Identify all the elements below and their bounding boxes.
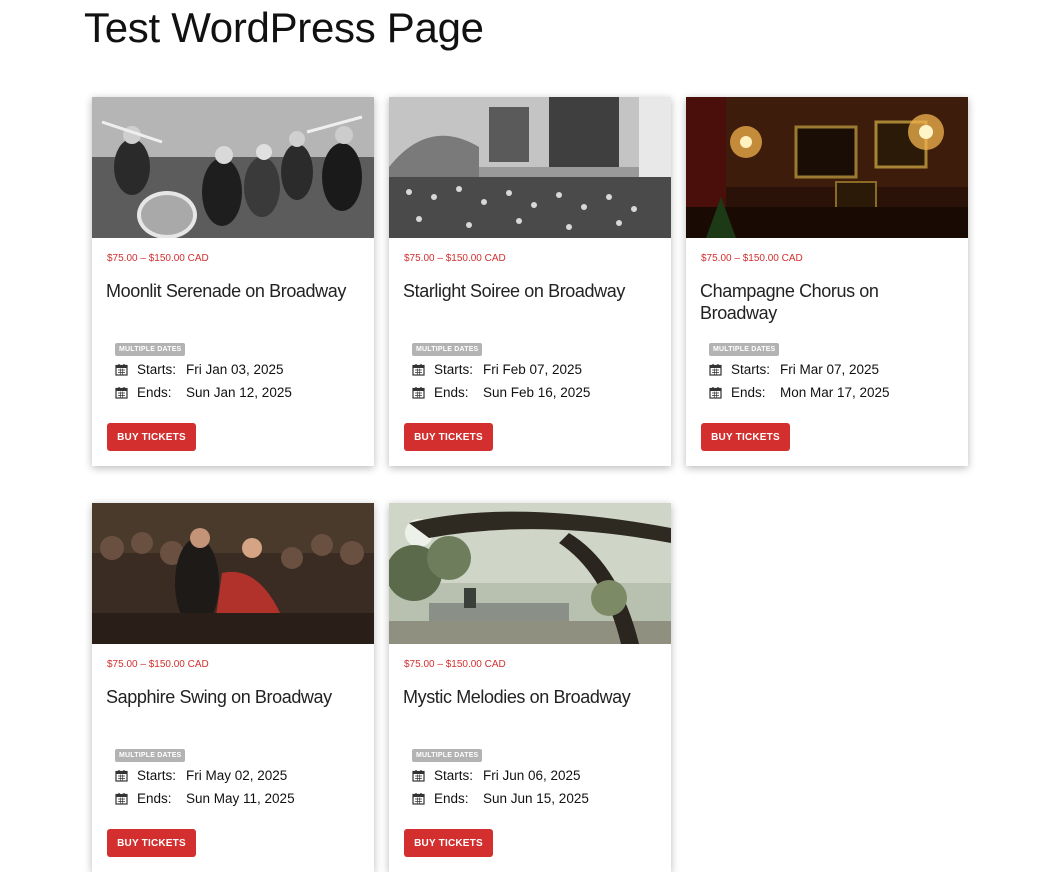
ends-label: Ends: [731,385,766,400]
calendar-icon [412,364,425,376]
calendar-icon [412,387,425,399]
start-date: Fri Mar 07, 2025 [780,362,880,377]
multiple-dates-badge: MULTIPLE DATES [412,749,483,762]
price-range: $75.00 – $150.00 CAD [107,659,209,670]
event-title[interactable]: Mystic Melodies on Broadway [403,686,661,708]
start-date: Fri May 02, 2025 [186,768,288,783]
calendar-icon [115,793,128,805]
end-date: Sun May 11, 2025 [186,791,295,806]
event-image[interactable] [92,97,374,238]
event-card: $75.00 – $150.00 CAD Mystic Melodies on … [389,503,671,872]
ends-label: Ends: [434,791,469,806]
event-card: $75.00 – $150.00 CAD Sapphire Swing on B… [92,503,374,872]
event-title[interactable]: Moonlit Serenade on Broadway [106,280,364,302]
calendar-icon [115,770,128,782]
event-card: $75.00 – $150.00 CAD Starlight Soiree on… [389,97,671,466]
start-date: Fri Jan 03, 2025 [186,362,284,377]
calendar-icon [412,770,425,782]
starts-label: Starts: [434,768,474,783]
starts-label: Starts: [137,362,177,377]
buy-tickets-button[interactable]: BUY TICKETS [701,423,790,451]
multiple-dates-badge: MULTIPLE DATES [412,343,483,356]
event-card: $75.00 – $150.00 CAD Champagne Chorus on… [686,97,968,466]
end-date: Sun Jan 12, 2025 [186,385,292,400]
end-date: Sun Jun 15, 2025 [483,791,589,806]
calendar-icon [115,387,128,399]
buy-tickets-button[interactable]: BUY TICKETS [107,423,196,451]
start-date: Fri Jun 06, 2025 [483,768,581,783]
event-title[interactable]: Starlight Soiree on Broadway [403,280,661,302]
end-date: Sun Feb 16, 2025 [483,385,591,400]
calendar-icon [709,364,722,376]
buy-tickets-button[interactable]: BUY TICKETS [404,423,493,451]
multiple-dates-badge: MULTIPLE DATES [115,343,186,356]
calendar-icon [115,364,128,376]
starts-label: Starts: [434,362,474,377]
multiple-dates-badge: MULTIPLE DATES [115,749,186,762]
event-image[interactable] [389,503,671,644]
event-image[interactable] [92,503,374,644]
calendar-icon [412,793,425,805]
price-range: $75.00 – $150.00 CAD [701,253,803,264]
price-range: $75.00 – $150.00 CAD [404,659,506,670]
starts-label: Starts: [137,768,177,783]
price-range: $75.00 – $150.00 CAD [107,253,209,264]
page-title: Test WordPress Page [84,4,484,51]
event-title[interactable]: Champagne Chorus on Broadway [700,280,958,324]
start-date: Fri Feb 07, 2025 [483,362,583,377]
price-range: $75.00 – $150.00 CAD [404,253,506,264]
buy-tickets-button[interactable]: BUY TICKETS [107,829,196,857]
multiple-dates-badge: MULTIPLE DATES [709,343,780,356]
end-date: Mon Mar 17, 2025 [780,385,890,400]
event-card: $75.00 – $150.00 CAD Moonlit Serenade on… [92,97,374,466]
event-image[interactable] [686,97,968,238]
ends-label: Ends: [137,385,172,400]
ends-label: Ends: [434,385,469,400]
event-title[interactable]: Sapphire Swing on Broadway [106,686,364,708]
buy-tickets-button[interactable]: BUY TICKETS [404,829,493,857]
starts-label: Starts: [731,362,771,377]
calendar-icon [709,387,722,399]
event-image[interactable] [389,97,671,238]
ends-label: Ends: [137,791,172,806]
